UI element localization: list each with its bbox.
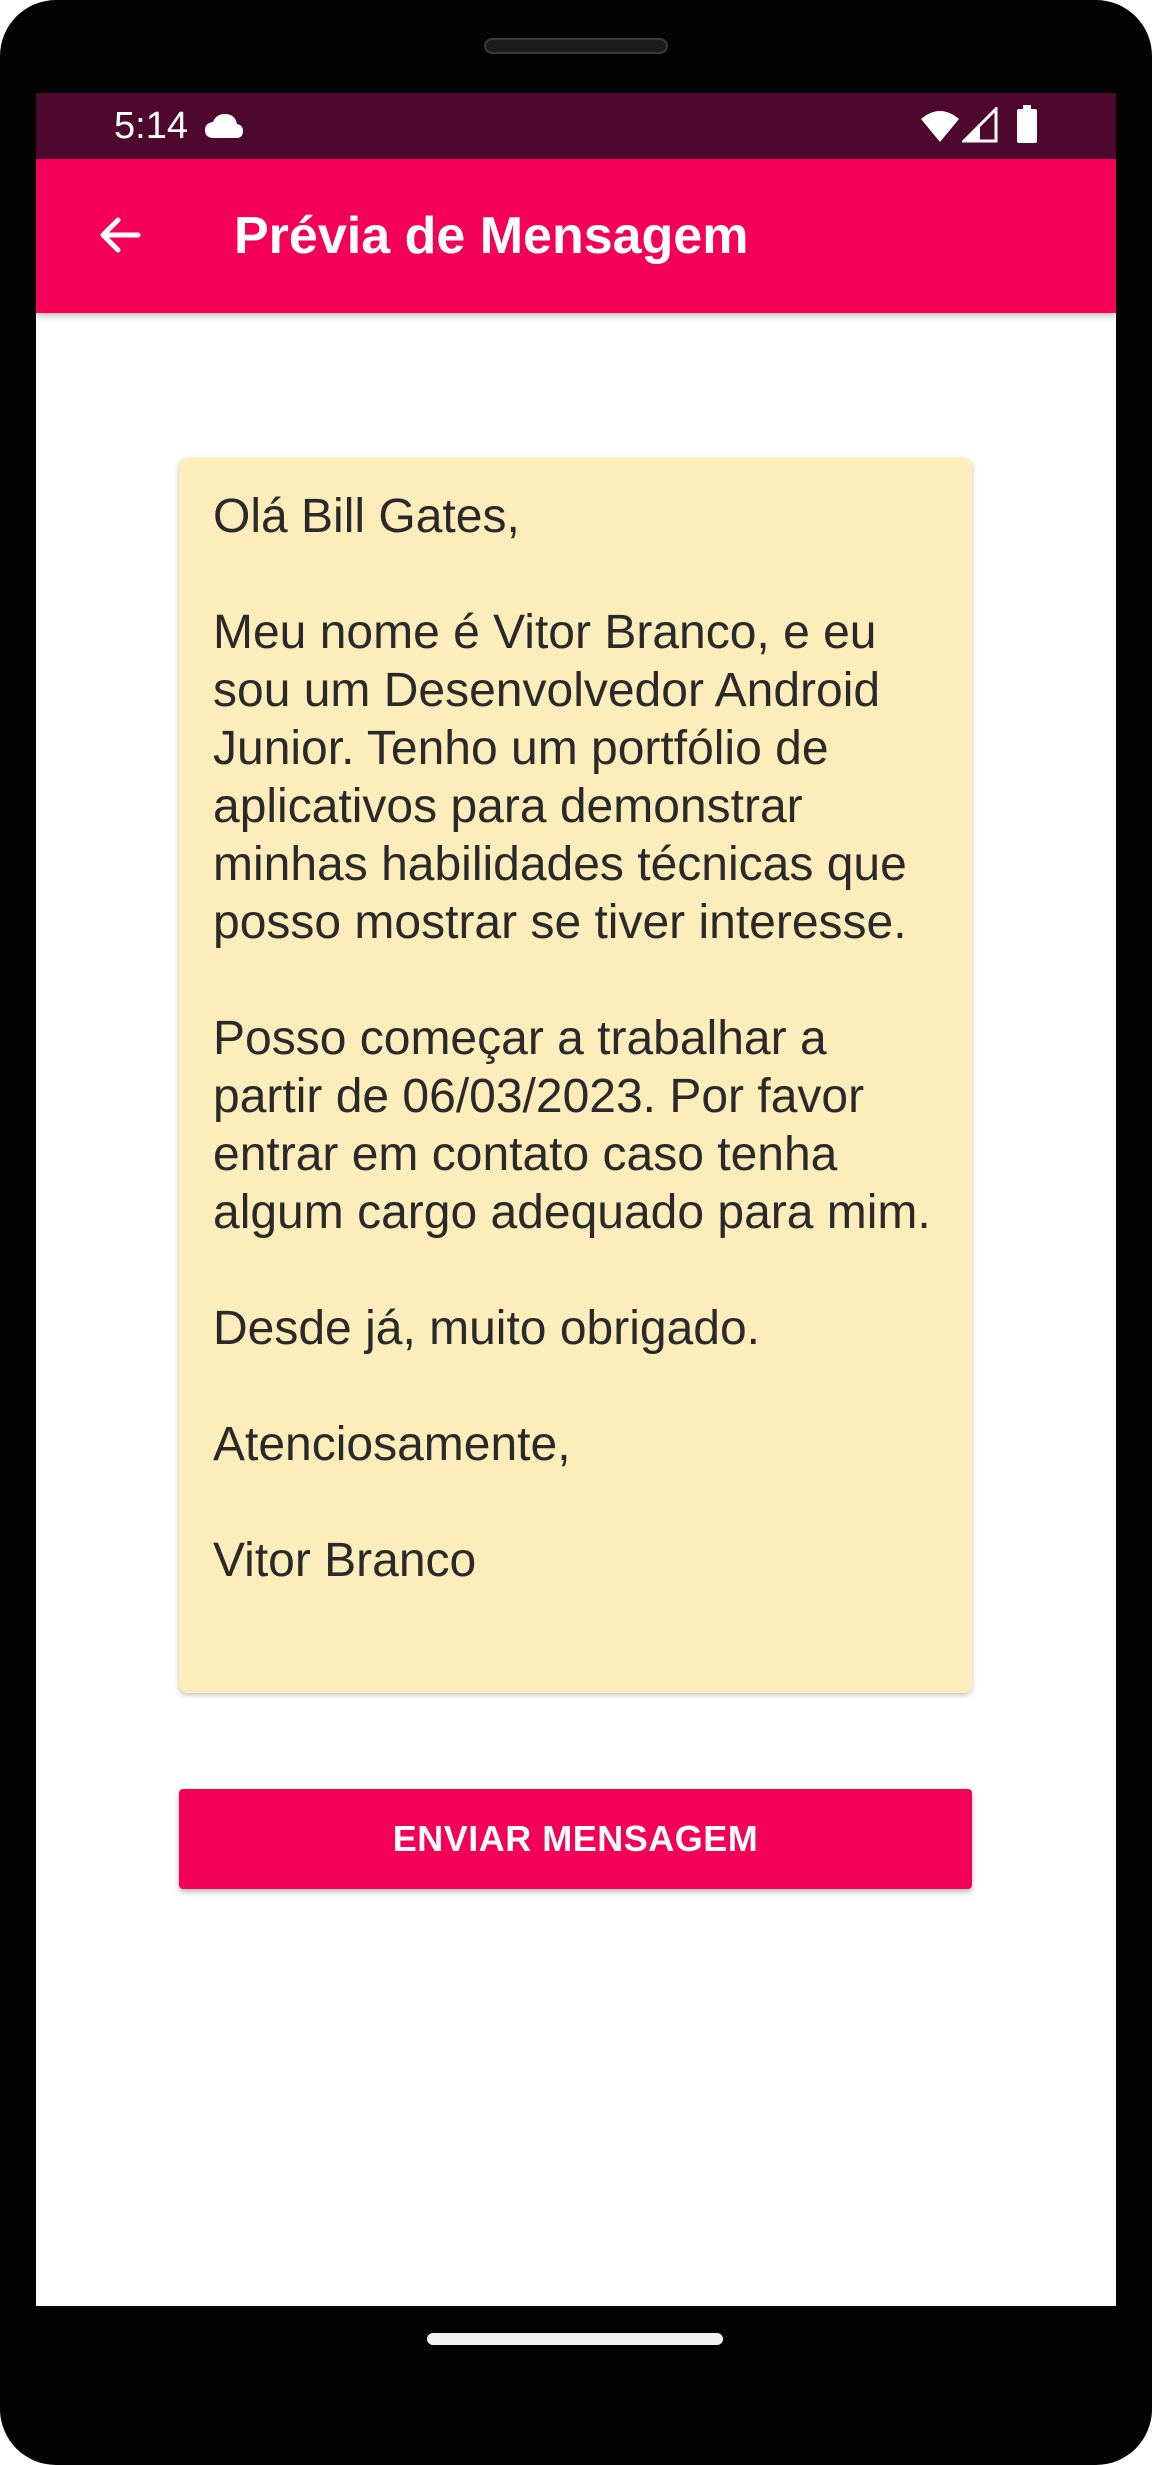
message-preview-card: Olá Bill Gates, Meu nome é Vitor Branco,… bbox=[179, 458, 972, 1693]
app-bar: Prévia de Mensagem bbox=[36, 159, 1116, 313]
message-preview-text: Olá Bill Gates, Meu nome é Vitor Branco,… bbox=[213, 490, 931, 1587]
page-title: Prévia de Mensagem bbox=[234, 207, 749, 265]
send-message-button[interactable]: ENVIAR MENSAGEM bbox=[179, 1789, 972, 1889]
arrow-back-icon bbox=[100, 217, 141, 253]
earpiece-speaker bbox=[484, 38, 668, 54]
battery-icon bbox=[1017, 105, 1037, 143]
app-screen: 5:14 Prévia de Mensagem Olá Bill Gates, … bbox=[36, 93, 1116, 2306]
cloud-icon bbox=[205, 114, 243, 138]
wifi-icon bbox=[921, 111, 959, 142]
status-time: 5:14 bbox=[114, 105, 188, 147]
status-bar: 5:14 bbox=[36, 93, 1116, 159]
back-button[interactable] bbox=[80, 195, 160, 275]
home-indicator[interactable] bbox=[427, 2333, 723, 2345]
signal-icon bbox=[962, 107, 998, 143]
phone-frame: 5:14 Prévia de Mensagem Olá Bill Gates, … bbox=[0, 0, 1152, 2465]
